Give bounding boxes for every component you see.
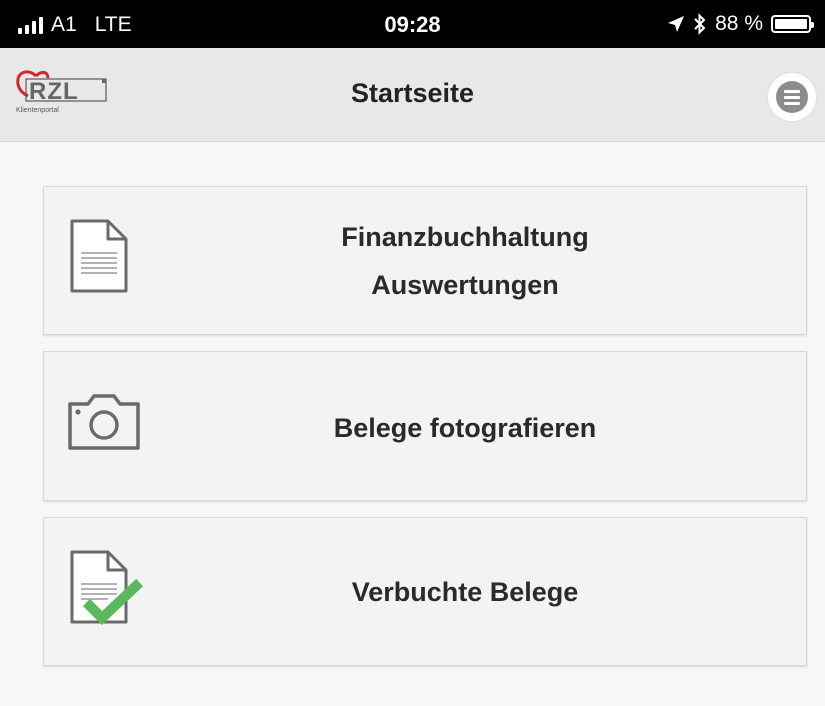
menu-item-label-line2: Auswertungen — [371, 270, 559, 300]
menu-button[interactable] — [767, 72, 817, 122]
app-screen: A1 LTE 09:28 88 % RZL Klientenportal Sta… — [0, 0, 825, 706]
bluetooth-icon — [694, 13, 706, 35]
menu-item-label: Verbuchte Belege — [351, 577, 579, 607]
app-header: RZL Klientenportal Startseite — [0, 48, 825, 142]
menu-item-label-line1: Finanzbuchhaltung — [341, 222, 589, 252]
menu-item-verbuchte-belege[interactable]: Verbuchte Belege — [43, 517, 807, 666]
menu-item-belege-fotografieren[interactable]: Belege fotografieren — [43, 351, 807, 501]
hamburger-icon — [776, 81, 808, 113]
status-right: 88 % — [667, 12, 814, 36]
menu-item-label: Belege fotografieren — [333, 413, 597, 443]
status-bar: A1 LTE 09:28 88 % — [0, 0, 825, 48]
location-arrow-icon — [668, 16, 685, 32]
battery-percentage: 88 % — [715, 12, 763, 35]
menu-item-label: Finanzbuchhaltung Auswertungen — [124, 213, 806, 309]
menu-item-finanzbuchhaltung[interactable]: Finanzbuchhaltung Auswertungen — [43, 186, 807, 335]
battery-icon — [771, 15, 814, 33]
page-title: Startseite — [350, 78, 475, 108]
